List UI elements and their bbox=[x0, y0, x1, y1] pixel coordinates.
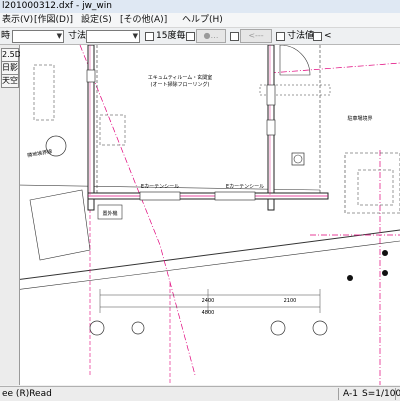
pile-circle bbox=[312, 320, 328, 336]
menu-view[interactable]: 表示(V) bbox=[2, 13, 33, 27]
time-label: 時 bbox=[1, 31, 11, 41]
sash-1 bbox=[139, 191, 181, 201]
drawing-canvas[interactable]: 置外機 エキュムティルーム・玄関室 (オート掃除フローリング) Eカーテンシール… bbox=[20, 45, 400, 385]
note-left: 隣地境界線 bbox=[27, 148, 53, 159]
dim-text-3: 4800 bbox=[202, 310, 215, 316]
pile-circle bbox=[270, 320, 286, 336]
sill-label-1: Eカーテンシール bbox=[141, 184, 179, 190]
lt-checkbox[interactable] bbox=[313, 32, 322, 41]
dashed-rect-right bbox=[344, 152, 400, 214]
dashed-rect-right-inner bbox=[357, 169, 394, 206]
road-line-2 bbox=[20, 240, 400, 290]
option-checkbox[interactable] bbox=[186, 32, 195, 41]
angle15-label: 15度毎 bbox=[156, 31, 186, 41]
pile-circle bbox=[89, 320, 105, 336]
cad-drawing: 置外機 エキュムティルーム・玄関室 (オート掃除フローリング) Eカーテンシール… bbox=[20, 45, 400, 385]
sheet-indicator[interactable]: A-1 bbox=[343, 387, 358, 401]
dim-text-2: 2100 bbox=[284, 298, 297, 304]
left-tool-sidebar: 2.5D 日影 天空 bbox=[0, 45, 21, 385]
sidebar-button-shadow[interactable]: 日影 bbox=[1, 61, 19, 75]
road-line bbox=[20, 229, 400, 280]
chevron-down-icon: ▼ bbox=[56, 32, 62, 40]
dim-label: 寸法 bbox=[68, 31, 87, 41]
option-checkbox-2[interactable] bbox=[230, 32, 239, 41]
note-right: 駐車場境界 bbox=[347, 115, 372, 122]
window-right bbox=[266, 84, 276, 106]
pink-boundary-top bbox=[269, 62, 400, 74]
menu-draw[interactable]: [作図(D)] bbox=[34, 13, 73, 27]
sill-label-2: Eカーテンシール bbox=[226, 184, 264, 190]
lt-symbol: < bbox=[324, 31, 332, 41]
dashed-rect-left bbox=[33, 64, 55, 121]
window-title: l201000312.dxf - jw_win bbox=[2, 1, 112, 11]
window-left bbox=[86, 69, 96, 83]
disabled-button-2[interactable]: <--- bbox=[240, 29, 272, 43]
angle15-checkbox[interactable] bbox=[145, 32, 154, 41]
window-right-2 bbox=[266, 119, 276, 136]
dim-text-1: 2400 bbox=[202, 298, 215, 304]
fixture-circle bbox=[293, 154, 303, 164]
status-separator bbox=[395, 388, 396, 400]
dim-value-checkbox[interactable] bbox=[276, 32, 285, 41]
room-label-1: エキュムティルーム・玄関室 bbox=[148, 74, 213, 81]
status-message: ee (R)Read bbox=[2, 389, 52, 399]
room-label-2: (オート掃除フローリング) bbox=[151, 81, 210, 88]
title-bar: l201000312.dxf - jw_win bbox=[0, 0, 400, 14]
status-separator bbox=[338, 388, 339, 400]
post-dot bbox=[382, 270, 388, 276]
sidebar-button-sky[interactable]: 天空 bbox=[1, 74, 19, 88]
post-dot bbox=[347, 275, 353, 281]
menu-settings[interactable]: 設定(S) bbox=[81, 13, 112, 27]
menu-help[interactable]: ヘルプ(H) bbox=[182, 13, 223, 27]
toolbar: 時 ▼ 寸法 ▼ 15度毎 ●… <--- 寸法値 < bbox=[0, 28, 400, 45]
small-label: 置外機 bbox=[102, 210, 117, 217]
pile-circle bbox=[131, 321, 145, 335]
post-dot bbox=[382, 250, 388, 256]
disabled-button-1[interactable]: ●… bbox=[196, 29, 226, 43]
wall-bottom-pink bbox=[88, 195, 328, 197]
dim-combo[interactable]: ▼ bbox=[86, 30, 140, 43]
dashed-rect-left-2 bbox=[99, 114, 126, 146]
status-bar: ee (R)Read A-1 S=1/100 bbox=[0, 386, 400, 401]
dim-value-label: 寸法値 bbox=[287, 31, 315, 41]
layer-combo[interactable]: ▼ bbox=[12, 30, 64, 43]
sidebar-button-2-5d[interactable]: 2.5D bbox=[1, 48, 21, 62]
menu-bar: 表示(V) [作図(D)] 設定(S) [その他(A)] ヘルプ(H) bbox=[0, 13, 400, 28]
chevron-down-icon: ▼ bbox=[132, 32, 138, 40]
slanted-block bbox=[29, 189, 91, 261]
sash-2 bbox=[214, 191, 256, 201]
menu-other[interactable]: [その他(A)] bbox=[120, 13, 167, 27]
dashed-outline bbox=[96, 45, 321, 196]
